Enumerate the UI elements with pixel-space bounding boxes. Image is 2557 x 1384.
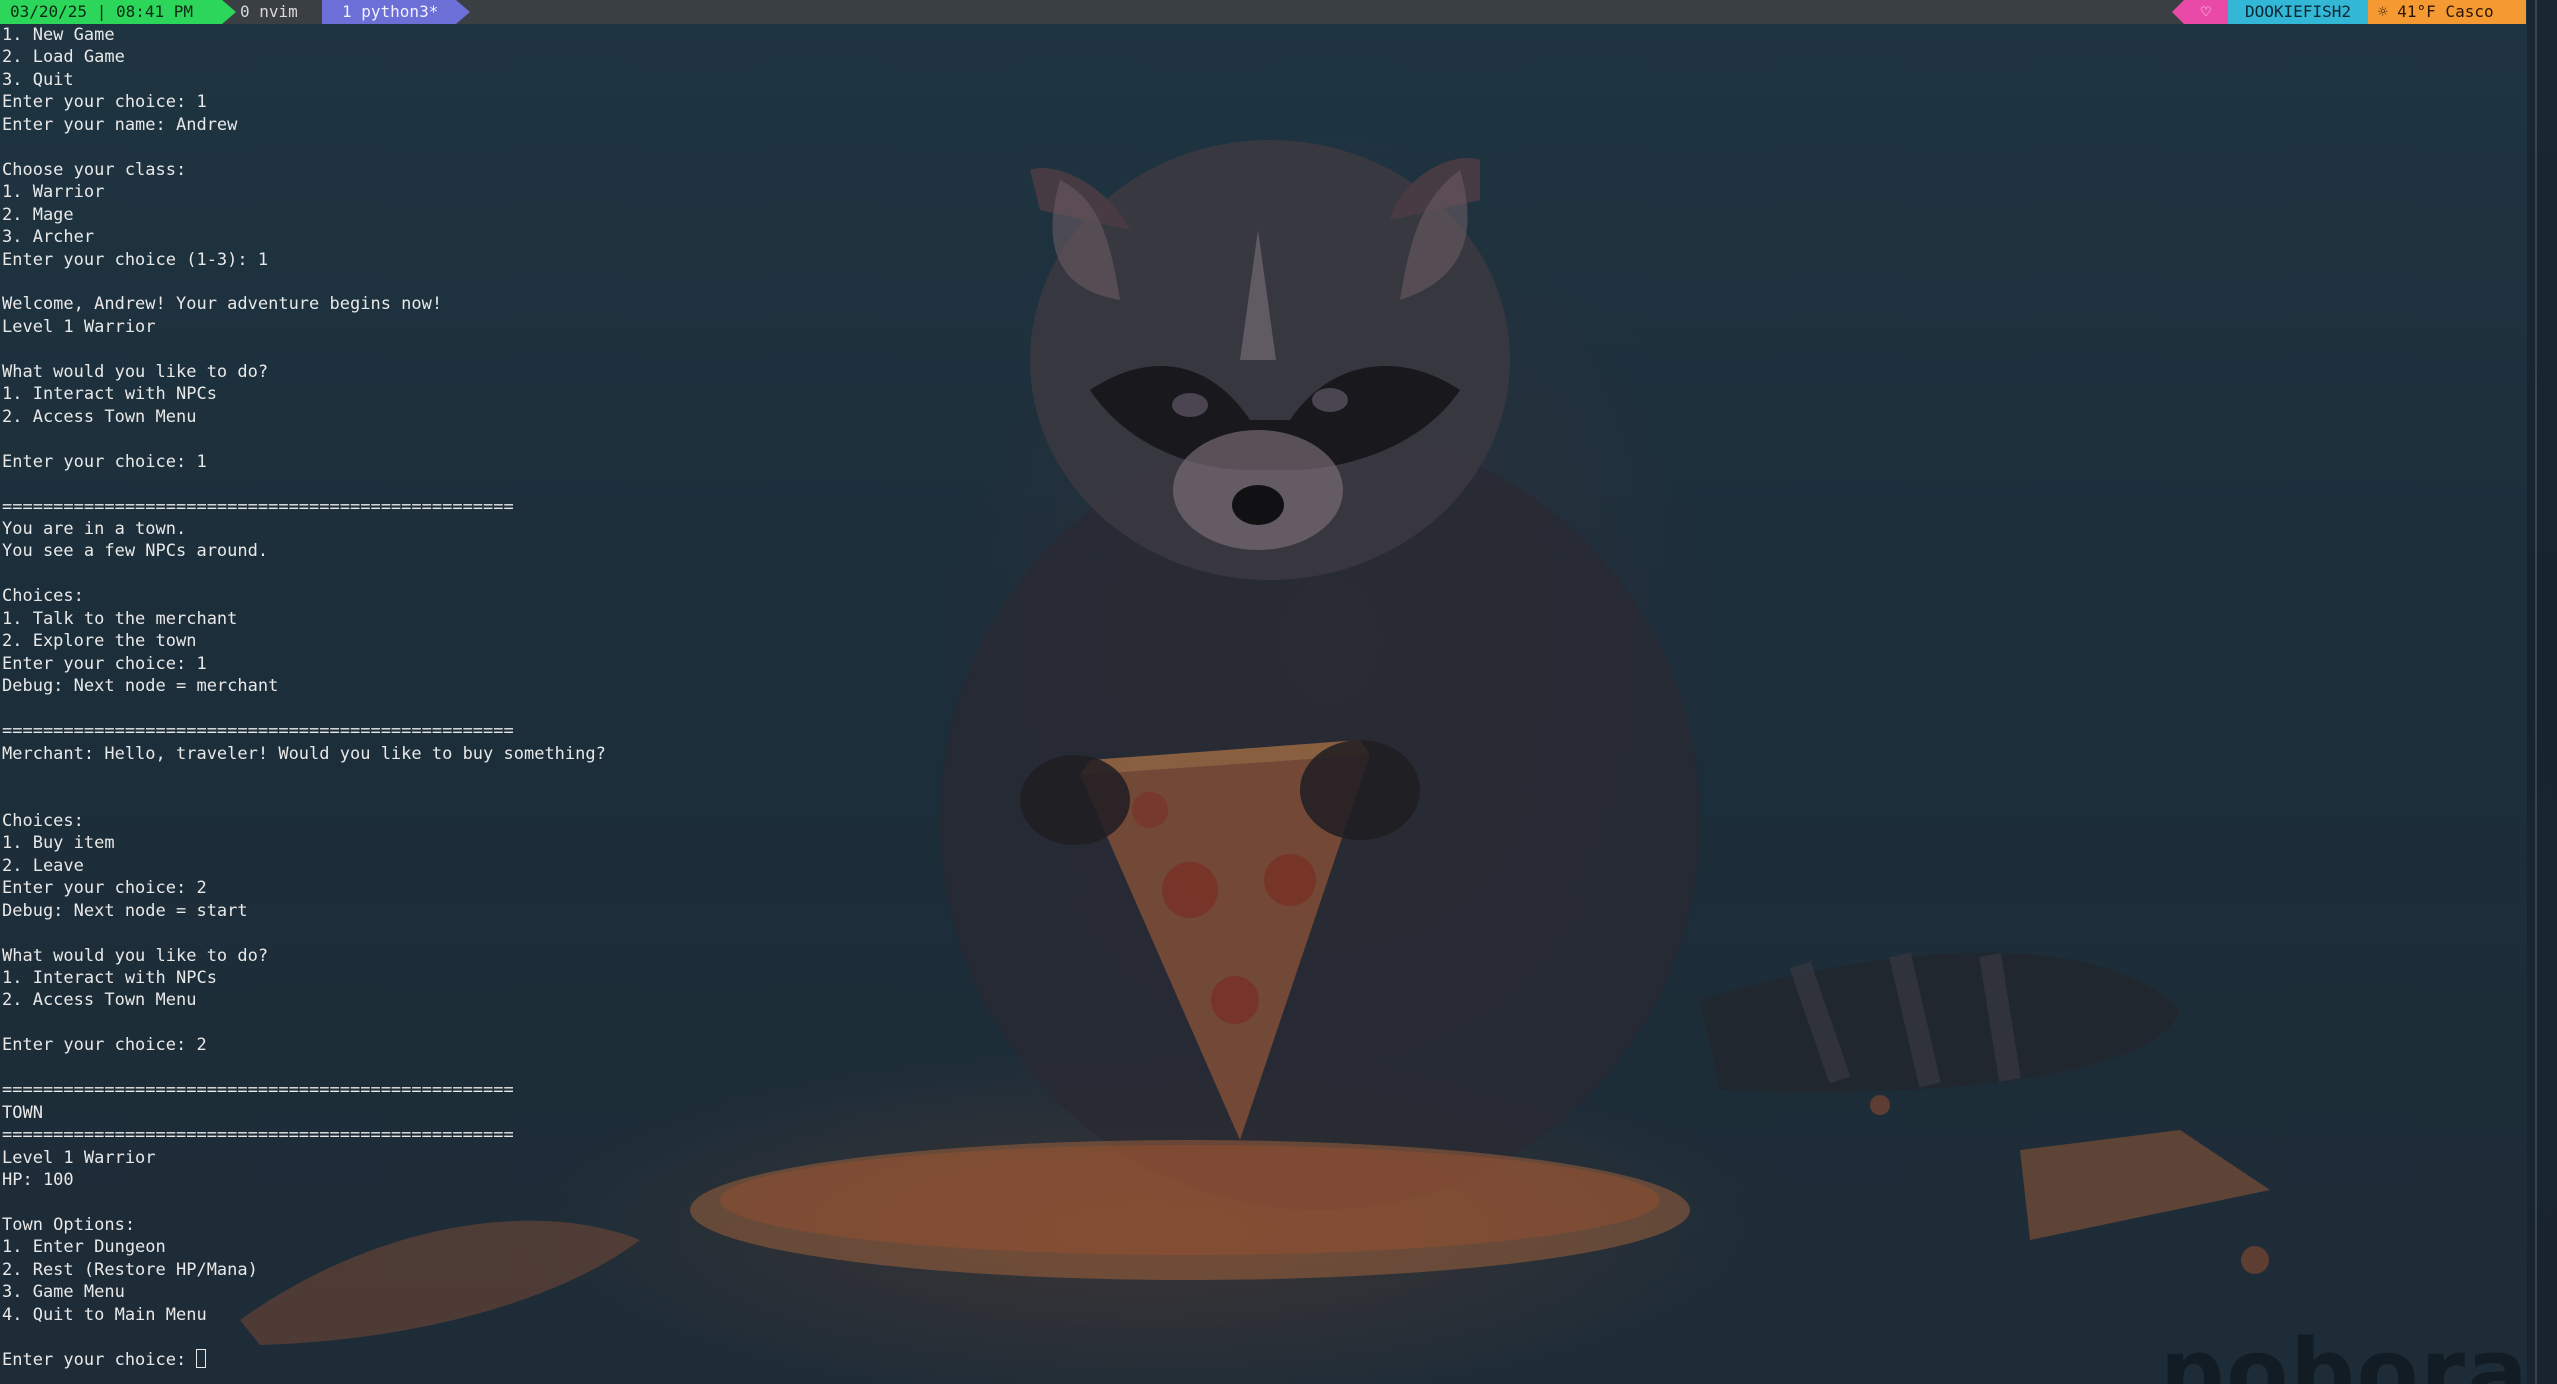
terminal-line: Enter your choice: 2 — [2, 1035, 207, 1056]
tmux-status-bar: 03/20/25 | 08:41 PM 0 nvim 1 python3* ♡ … — [0, 0, 2526, 24]
terminal-line: 1. Interact with NPCs — [2, 384, 217, 405]
terminal-line: 1. Talk to the merchant — [2, 608, 238, 629]
terminal-line: 1. Buy item — [2, 833, 115, 854]
terminal-line: 2. Load Game — [2, 47, 125, 68]
terminal-line: ========================================… — [2, 496, 514, 517]
terminal-cursor — [196, 1348, 207, 1368]
terminal-line: 3. Archer — [2, 227, 95, 248]
scrollbar-track[interactable] — [2527, 0, 2557, 1384]
terminal-line: 2. Access Town Menu — [2, 406, 197, 427]
terminal-line: ========================================… — [2, 1125, 514, 1146]
terminal-line: Welcome, Andrew! Your adventure begins n… — [2, 294, 443, 315]
terminal-prompt: Enter your choice: — [2, 1349, 197, 1370]
terminal-line: You are in a town. — [2, 518, 187, 539]
tmux-window-0[interactable]: 0 nvim — [240, 0, 298, 24]
weather-label: ☼ 41°F Casco — [2368, 0, 2526, 24]
terminal-line: Level 1 Warrior — [2, 316, 156, 337]
terminal-line: 1. Warrior — [2, 182, 105, 203]
terminal-line: Choices: — [2, 586, 84, 607]
scrollbar-divider — [2535, 0, 2537, 1384]
terminal-line: 3. Game Menu — [2, 1282, 125, 1303]
terminal-lines: 1. New Game 2. Load Game 3. Quit Enter your… — [2, 24, 2542, 1349]
terminal-line: 2. Rest (Restore HP/Mana) — [2, 1259, 258, 1280]
terminal-line: 1. Enter Dungeon — [2, 1237, 166, 1258]
terminal-line: ========================================… — [2, 721, 514, 742]
terminal-line: Merchant: Hello, traveler! Would you lik… — [2, 743, 606, 764]
terminal-line: TOWN — [2, 1102, 43, 1123]
terminal-line: Enter your choice (1-3): 1 — [2, 249, 269, 270]
terminal-line: Enter your choice: 1 — [2, 92, 207, 113]
terminal-line: Choices: — [2, 810, 84, 831]
terminal-line: You see a few NPCs around. — [2, 541, 269, 562]
terminal-line: ========================================… — [2, 1080, 514, 1101]
terminal-line: Enter your choice: 1 — [2, 451, 207, 472]
terminal-line: Enter your choice: 2 — [2, 878, 207, 899]
terminal-line: 2. Mage — [2, 204, 74, 225]
terminal-line: Debug: Next node = merchant — [2, 676, 279, 697]
terminal-line: What would you like to do? — [2, 945, 269, 966]
terminal-line: Debug: Next node = start — [2, 900, 248, 921]
terminal-line: Enter your name: Andrew — [2, 114, 238, 135]
powerline-separator — [222, 0, 236, 24]
terminal-line: 3. Quit — [2, 69, 74, 90]
terminal-line: Town Options: — [2, 1215, 136, 1236]
terminal-line: 2. Leave — [2, 855, 84, 876]
hostname-label: DOOKIEFISH2 — [2228, 0, 2368, 24]
datetime-label: 03/20/25 | 08:41 PM — [0, 0, 222, 24]
terminal-output[interactable]: 1. New Game 2. Load Game 3. Quit Enter your… — [2, 24, 2542, 1380]
terminal-line: 1. Interact with NPCs — [2, 968, 217, 989]
terminal-line: Choose your class: — [2, 159, 187, 180]
terminal-line: Enter your choice: 1 — [2, 653, 207, 674]
terminal-line: 1. New Game — [2, 25, 115, 45]
terminal-line: What would you like to do? — [2, 361, 269, 382]
tmux-window-1-active[interactable]: 1 python3* — [322, 0, 456, 24]
terminal-line: HP: 100 — [2, 1170, 74, 1191]
terminal-line: 2. Access Town Menu — [2, 990, 197, 1011]
heart-icon: ♡ — [2184, 0, 2228, 24]
terminal-line: Level 1 Warrior — [2, 1147, 156, 1168]
powerline-separator — [456, 0, 470, 24]
wallpaper-watermark: pobora — [2160, 1320, 2530, 1384]
powerline-separator — [2172, 0, 2184, 24]
terminal-line: 2. Explore the town — [2, 631, 197, 652]
